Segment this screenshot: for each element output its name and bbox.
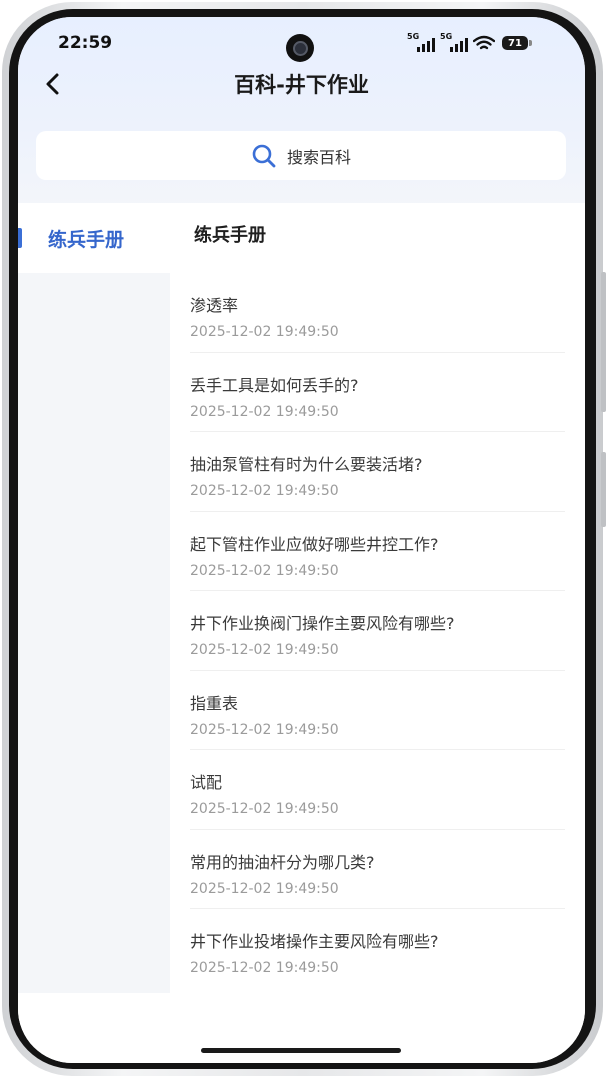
article-title: 常用的抽油杆分为哪几类? xyxy=(190,852,375,872)
article-title: 渗透率 xyxy=(190,296,239,315)
list-item[interactable]: 指重表 2025-12-02 19:49:50 xyxy=(190,671,565,750)
list-item[interactable]: 井下作业换阀门操作主要风险有哪些? 2025-12-02 19:49:50 xyxy=(190,591,565,671)
article-title: 试配 xyxy=(190,773,223,792)
category-sidebar: 练兵手册 xyxy=(18,203,170,993)
power-button xyxy=(601,452,606,527)
search-placeholder: 搜索百科 xyxy=(286,147,351,167)
article-date: 2025-12-02 19:49:50 xyxy=(190,403,339,420)
content-area: 练兵手册 练兵手册 渗透率 2025-12-02 19:49:50 丢手工具是如… xyxy=(18,203,585,1063)
sidebar-item-drill-manual[interactable]: 练兵手册 xyxy=(18,203,170,273)
article-date: 2025-12-02 19:49:50 xyxy=(190,801,339,817)
list-item[interactable]: 常用的抽油杆分为哪几类? 2025-12-02 19:49:50 xyxy=(190,830,565,909)
status-icons: 5G 5G 71 xyxy=(407,32,532,52)
article-date: 2025-12-02 19:49:50 xyxy=(190,642,339,658)
volume-button xyxy=(601,272,606,412)
page-title: 百科-井下作业 xyxy=(234,73,369,97)
list-item[interactable]: 渗透率 2025-12-02 19:49:50 xyxy=(190,273,565,353)
wifi-icon xyxy=(473,35,495,50)
article-title: 起下管柱作业应做好哪些井控工作? xyxy=(190,534,439,554)
list-item[interactable]: 井下作业投堵操作主要风险有哪些? 2025-12-02 19:49:50 xyxy=(190,909,565,989)
signal-icon: 5G xyxy=(407,32,435,52)
list-item[interactable]: 抽油泵管柱有时为什么要装活堵? 2025-12-02 19:49:50 xyxy=(190,432,565,512)
home-indicator[interactable] xyxy=(201,1048,401,1053)
list-item[interactable]: 起下管柱作业应做好哪些井控工作? 2025-12-02 19:49:50 xyxy=(190,512,565,591)
article-date: 2025-12-02 19:49:50 xyxy=(190,483,339,499)
article-date: 2025-12-02 19:49:50 xyxy=(190,880,339,897)
list-item[interactable]: 试配 2025-12-02 19:49:50 xyxy=(190,750,565,830)
article-date: 2025-12-02 19:49:50 xyxy=(190,721,339,738)
status-time: 22:59 xyxy=(58,33,113,53)
article-title: 井下作业投堵操作主要风险有哪些? xyxy=(190,932,439,951)
article-date: 2025-12-02 19:49:50 xyxy=(190,960,339,976)
search-bar[interactable]: 搜索百科 xyxy=(36,131,566,180)
screen: 22:59 5G 5G 71 百科-井下作业 搜索百科 练兵手册 练兵手册 渗透… xyxy=(18,17,585,1063)
battery-icon: 71 xyxy=(502,36,532,50)
front-camera xyxy=(286,34,314,62)
sidebar-item-label: 练兵手册 xyxy=(48,228,125,251)
article-date: 2025-12-02 19:49:50 xyxy=(190,562,339,579)
list-item[interactable]: 丢手工具是如何丢手的? 2025-12-02 19:49:50 xyxy=(190,353,565,432)
article-title: 指重表 xyxy=(190,693,239,713)
article-title: 井下作业换阀门操作主要风险有哪些? xyxy=(190,614,455,633)
active-indicator xyxy=(18,228,22,248)
article-list: 渗透率 2025-12-02 19:49:50 丢手工具是如何丢手的? 2025… xyxy=(170,273,585,989)
signal-icon: 5G xyxy=(440,32,468,52)
search-icon xyxy=(252,144,276,167)
article-title: 抽油泵管柱有时为什么要装活堵? xyxy=(190,455,423,474)
section-title: 练兵手册 xyxy=(194,225,266,246)
article-title: 丢手工具是如何丢手的? xyxy=(190,375,359,395)
article-date: 2025-12-02 19:49:50 xyxy=(190,324,339,340)
